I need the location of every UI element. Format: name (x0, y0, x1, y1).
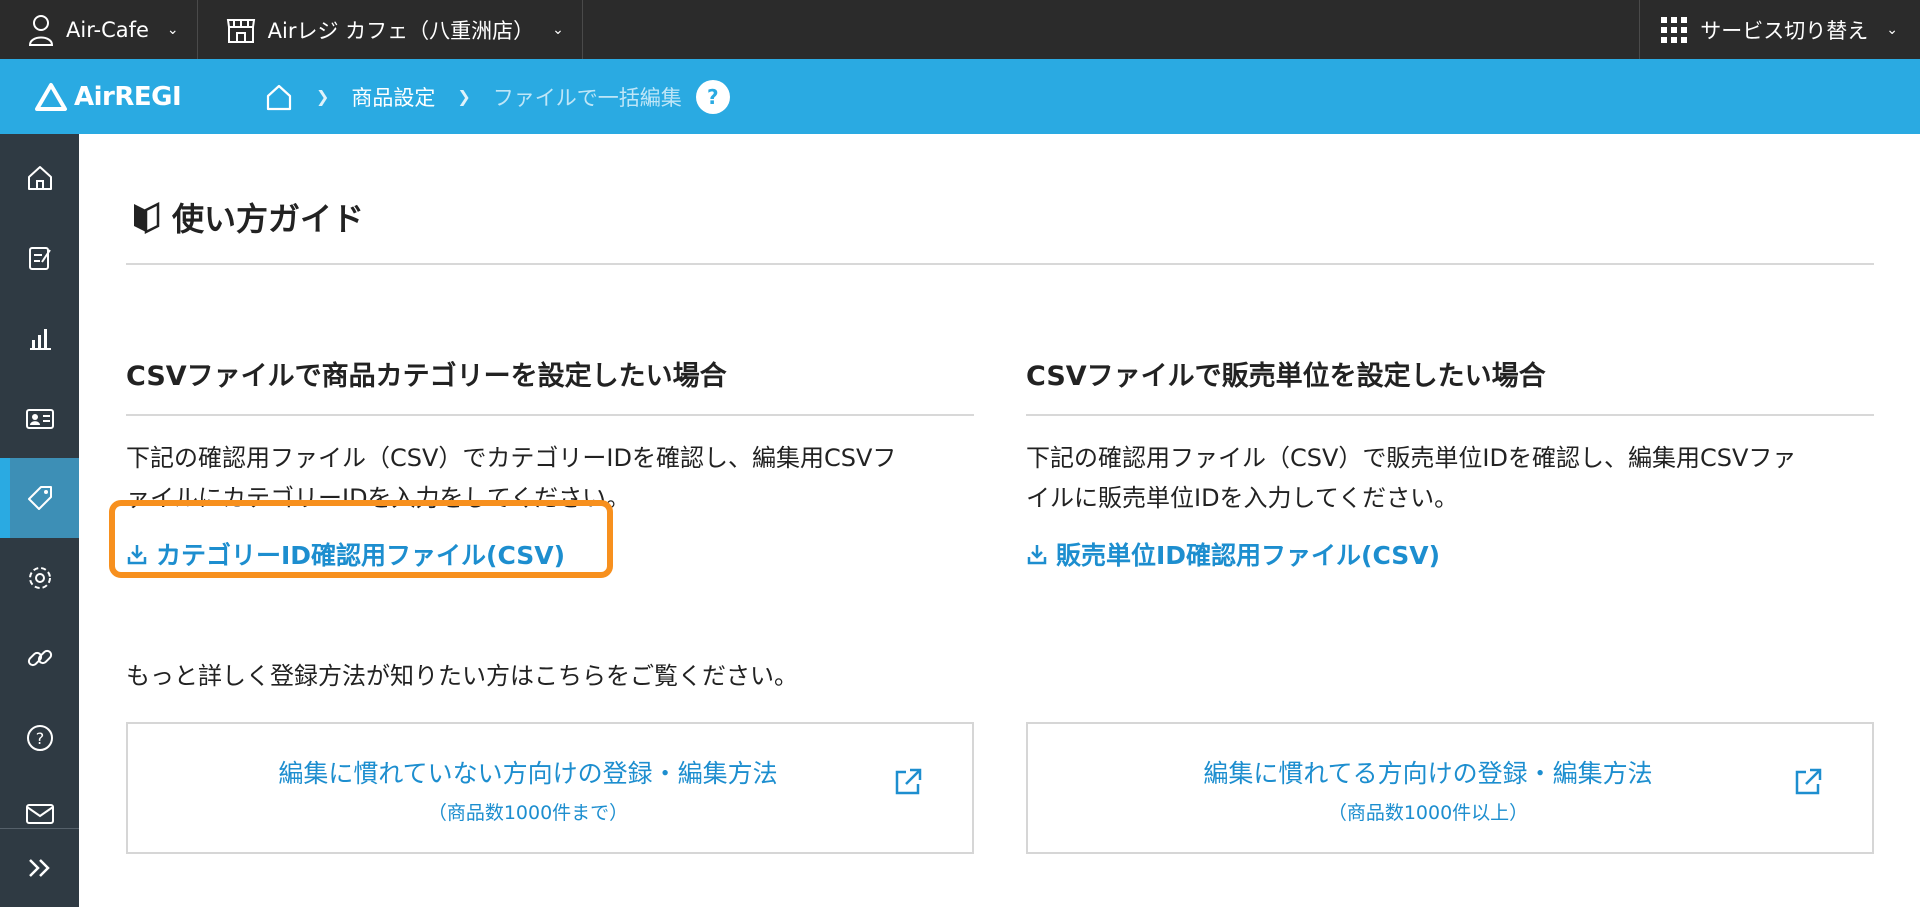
link-icon (27, 649, 52, 667)
highlight-box (109, 500, 613, 578)
guide-title-text: 使い方ガイド (172, 200, 365, 238)
beginner-guide-sublabel: （商品数1000件まで） (427, 802, 629, 824)
sidebar-item-products[interactable] (0, 458, 79, 538)
unit-desc-line-1: 下記の確認用ファイル（CSV）で販売単位IDを確認し、編集用CSVファ (1026, 444, 1797, 472)
top-bar: Air-Cafe ⌄ Airレジ カフェ（八重洲店） ⌄ サービス切り替え ⌄ (0, 0, 1920, 59)
airregi-logo-mark (35, 82, 67, 111)
external-link-icon (1795, 768, 1822, 795)
divider (126, 263, 1874, 265)
page-title: 使い方ガイド (130, 194, 364, 240)
user-icon (28, 14, 54, 46)
breadcrumb: ❯ 商品設定 ❯ ファイルで一括編集 ? (264, 79, 730, 114)
order-icon (28, 247, 51, 270)
chevron-right-icon: ❯ (457, 87, 471, 106)
unit-desc-line-2: イルに販売単位IDを入力してください。 (1026, 484, 1459, 512)
svg-text:?: ? (35, 729, 44, 748)
gear-icon (28, 567, 51, 589)
breadcrumb-product-settings[interactable]: 商品設定 (351, 82, 435, 112)
chevron-right-icon: ❯ (316, 87, 330, 106)
expert-guide-sublabel: （商品数1000件以上） (1327, 802, 1529, 824)
store-switcher[interactable]: Airレジ カフェ（八重洲店） ⌄ (198, 0, 583, 59)
sidebar-item-orders[interactable] (0, 218, 79, 298)
sidebar-item-customers[interactable] (0, 378, 79, 458)
unit-section: CSVファイルで販売単位を設定したい場合 下記の確認用ファイル（CSV）で販売単… (1026, 354, 1874, 572)
grid-icon (1661, 16, 1688, 43)
category-section: CSVファイルで商品カテゴリーを設定したい場合 下記の確認用ファイル（CSV）で… (109, 354, 974, 578)
divider (1026, 414, 1874, 416)
sidebar-item-help[interactable]: ? (0, 698, 79, 778)
sidebar-item-integrations[interactable] (0, 618, 79, 698)
chevron-down-icon: ⌄ (166, 21, 179, 38)
sidebar-item-settings[interactable] (0, 538, 79, 618)
app-header: AirREGI ❯ 商品設定 ❯ ファイルで一括編集 ? (0, 59, 1920, 134)
sidebar-expand-button[interactable] (0, 828, 79, 907)
store-name: Airレジ カフェ（八重洲店） (267, 18, 535, 43)
category-desc-line-1: 下記の確認用ファイル（CSV）でカテゴリーIDを確認し、編集用CSVフ (126, 444, 897, 472)
account-name: Air-Cafe (66, 17, 149, 42)
account-switcher[interactable]: Air-Cafe ⌄ (0, 0, 198, 59)
unit-section-description: 下記の確認用ファイル（CSV）で販売単位IDを確認し、編集用CSVファ イルに販… (1026, 438, 1874, 518)
expand-icon (28, 859, 50, 877)
category-download-wrapper: カテゴリーID確認用ファイル(CSV) (109, 500, 613, 578)
beginner-guide-link[interactable]: 編集に慣れていない方向けの登録・編集方法 （商品数1000件まで） (126, 722, 974, 854)
breadcrumb-current: ファイルで一括編集 (492, 85, 682, 110)
more-info-text: もっと詳しく登録方法が知りたい方はこちらをご覧ください。 (126, 662, 798, 690)
member-card-icon (25, 409, 54, 429)
airregi-logo[interactable]: AirREGI (34, 82, 234, 112)
sidebar-item-analytics[interactable] (0, 298, 79, 378)
home-icon (27, 166, 52, 190)
download-icon (1027, 545, 1047, 565)
service-switch-menu[interactable]: サービス切り替え ⌄ (1639, 0, 1920, 59)
service-switch-label: サービス切り替え (1700, 18, 1869, 43)
mail-icon (25, 804, 54, 824)
logo-text: AirREGI (74, 81, 182, 112)
help-icon[interactable]: ? (695, 79, 730, 114)
store-icon (226, 18, 255, 43)
divider (126, 414, 974, 416)
sidebar-item-home[interactable] (0, 138, 79, 218)
beginner-guide-label: 編集に慣れていない方向けの登録・編集方法 (278, 759, 778, 788)
unit-section-title: CSVファイルで販売単位を設定したい場合 (1026, 361, 1546, 392)
category-section-title: CSVファイルで商品カテゴリーを設定したい場合 (126, 361, 727, 392)
tag-icon (27, 486, 52, 510)
home-icon[interactable] (264, 82, 294, 112)
expert-guide-label: 編集に慣れてる方向けの登録・編集方法 (1203, 759, 1653, 788)
beginner-mark-icon (134, 201, 160, 235)
chevron-down-icon: ⌄ (552, 21, 564, 38)
chart-icon (29, 329, 51, 350)
unit-download-label: 販売単位ID確認用ファイル(CSV) (1056, 541, 1441, 570)
chevron-down-icon: ⌄ (1886, 21, 1898, 38)
external-link-icon (895, 768, 922, 795)
expert-guide-link[interactable]: 編集に慣れてる方向けの登録・編集方法 （商品数1000件以上） (1026, 722, 1874, 854)
help-icon: ? (26, 725, 53, 751)
unit-id-download-link[interactable]: 販売単位ID確認用ファイル(CSV) (1026, 536, 1440, 572)
sidebar: ? (0, 134, 79, 907)
